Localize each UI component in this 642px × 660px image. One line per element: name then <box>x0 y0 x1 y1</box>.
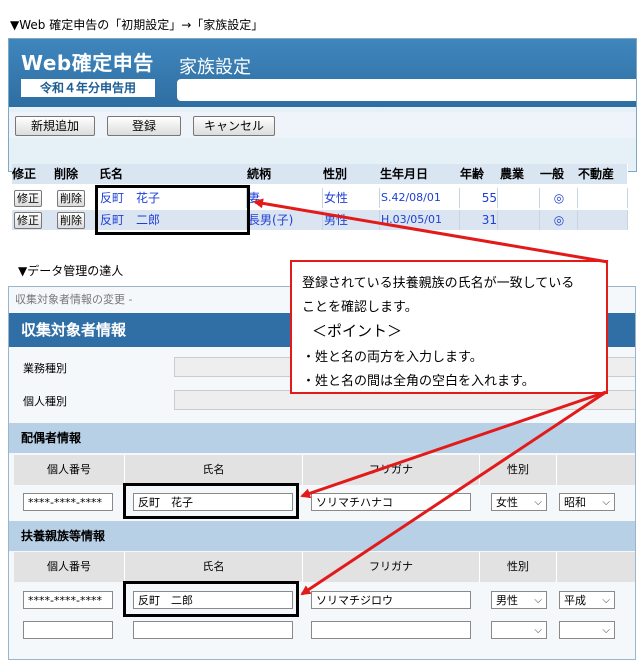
arrow-to-spouse <box>300 390 607 499</box>
arrow-to-table <box>253 198 609 264</box>
arrow-to-dependent <box>300 390 607 596</box>
red-arrows <box>253 198 609 596</box>
